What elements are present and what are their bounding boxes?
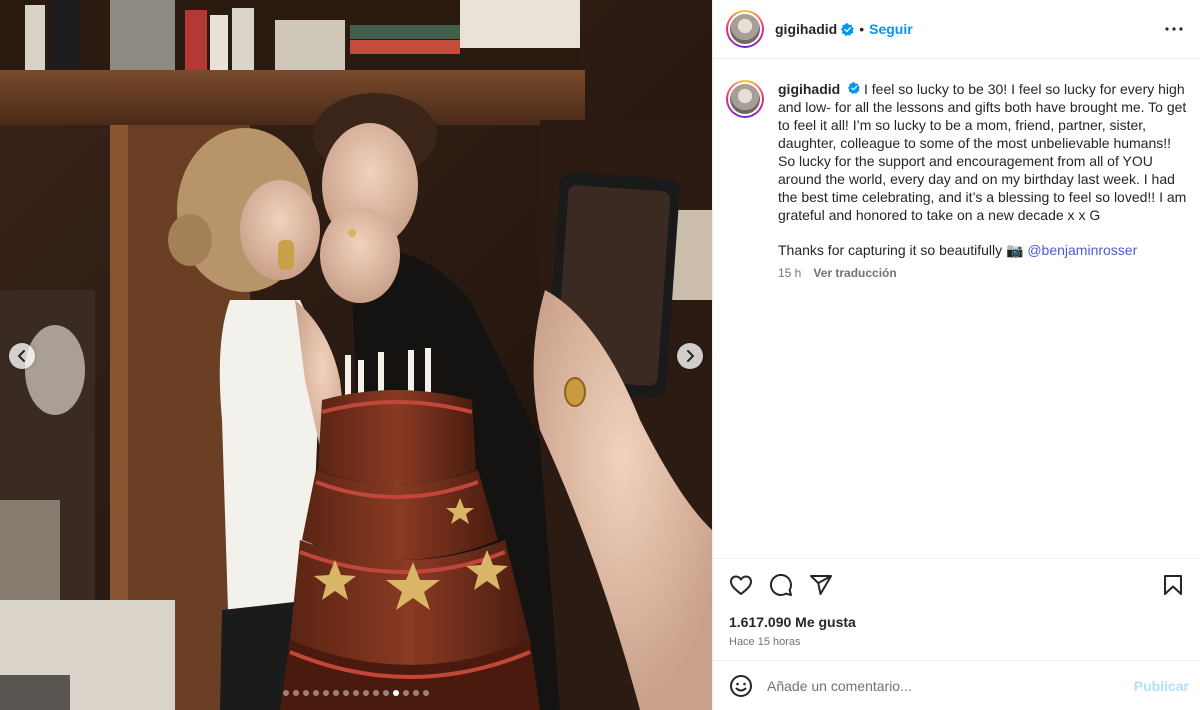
- posted-time: Hace 15 horas: [729, 636, 801, 648]
- carousel-dot: [283, 690, 289, 696]
- caption-age: 15 h: [778, 266, 802, 280]
- post-header: gigihadid • Seguir: [713, 0, 1200, 59]
- carousel-dot: [323, 690, 329, 696]
- chevron-right-icon: [687, 350, 694, 362]
- carousel-dot: [333, 690, 339, 696]
- post-media[interactable]: [0, 0, 712, 710]
- caption-username[interactable]: gigihadid: [778, 81, 840, 97]
- bookmark-icon[interactable]: [1161, 573, 1185, 597]
- carousel-dot: [363, 690, 369, 696]
- avatar-image: [730, 14, 760, 44]
- header-username[interactable]: gigihadid: [775, 21, 837, 37]
- carousel-prev-button[interactable]: [9, 343, 35, 369]
- carousel-dot: [313, 690, 319, 696]
- emoji-icon[interactable]: [729, 674, 753, 698]
- post-actions: 1.617.090 Me gusta Hace 15 horas: [713, 558, 1200, 648]
- carousel-dot: [413, 690, 419, 696]
- add-comment-bar: Publicar: [713, 660, 1200, 710]
- more-options-icon[interactable]: [1162, 17, 1186, 41]
- avatar[interactable]: [726, 10, 764, 48]
- carousel-dot: [343, 690, 349, 696]
- heart-icon[interactable]: [729, 573, 753, 597]
- carousel-dot: [303, 690, 309, 696]
- carousel-dot: [293, 690, 299, 696]
- avatar-image: [730, 84, 760, 114]
- post-panel: gigihadid • Seguir gigihadid I feel so l…: [712, 0, 1200, 710]
- caption-text: I feel so lucky to be 30! I feel so luck…: [778, 81, 1187, 223]
- carousel-next-button[interactable]: [677, 343, 703, 369]
- publish-button[interactable]: Publicar: [1134, 678, 1189, 694]
- carousel-dot: [353, 690, 359, 696]
- dot-separator: •: [859, 21, 865, 37]
- likes-count[interactable]: 1.617.090 Me gusta: [713, 614, 1200, 630]
- carousel-indicator: [0, 690, 712, 696]
- verified-badge-icon: [848, 82, 860, 94]
- comments-area: gigihadid I feel so lucky to be 30! I fe…: [713, 60, 1200, 558]
- carousel-dot: [423, 690, 429, 696]
- post-photo: [0, 0, 712, 710]
- comment-icon[interactable]: [769, 573, 793, 597]
- comment-input[interactable]: [767, 677, 1134, 694]
- follow-button[interactable]: Seguir: [869, 21, 913, 37]
- carousel-dot: [373, 690, 379, 696]
- caption: gigihadid I feel so lucky to be 30! I fe…: [726, 80, 1187, 280]
- see-translation-button[interactable]: Ver traducción: [813, 266, 896, 280]
- share-icon[interactable]: [809, 573, 833, 597]
- carousel-dot: [383, 690, 389, 696]
- verified-badge-icon: [841, 22, 854, 36]
- chevron-left-icon: [18, 350, 25, 362]
- caption-thanks-text: Thanks for capturing it so beautifully 📷: [778, 242, 1028, 258]
- carousel-dot: [403, 690, 409, 696]
- caption-avatar[interactable]: [726, 80, 764, 118]
- mention-link[interactable]: @benjaminrosser: [1027, 242, 1137, 258]
- carousel-dot: [393, 690, 399, 696]
